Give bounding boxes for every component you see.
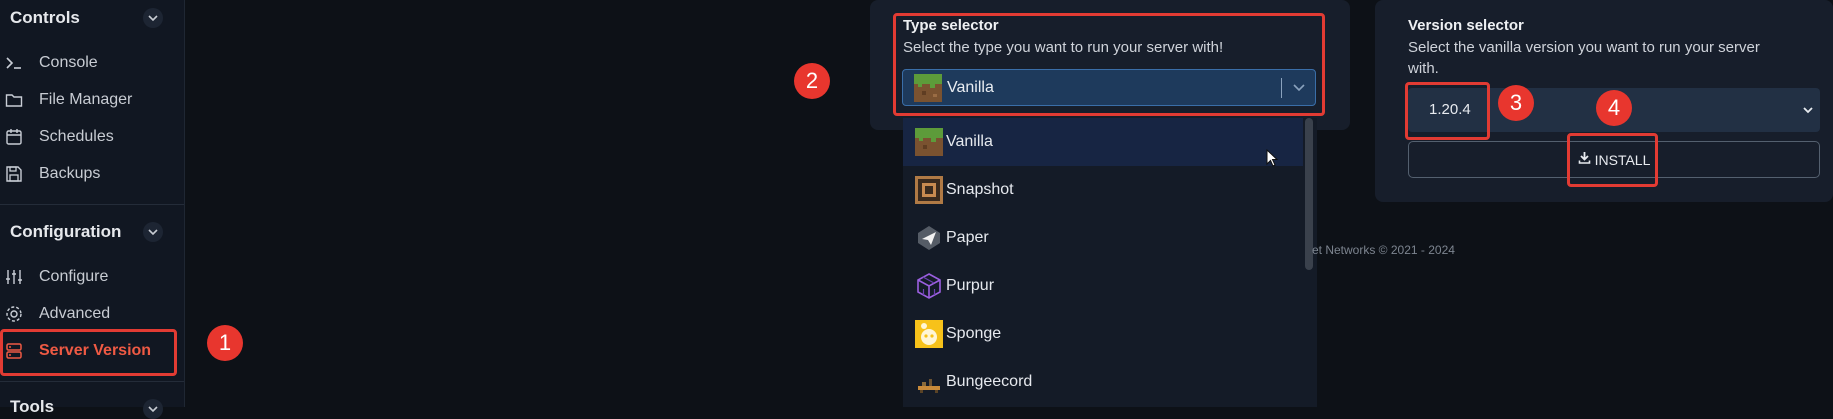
type-options-menu: Vanilla Snapshot Paper Purpur Sponge Bun…	[903, 118, 1317, 407]
type-option-bungeecord[interactable]: Bungeecord	[903, 358, 1303, 406]
save-icon	[3, 163, 25, 185]
annotation-badge-2: 2	[794, 63, 830, 99]
type-option-snapshot[interactable]: Snapshot	[903, 166, 1303, 214]
server-icon	[3, 340, 25, 362]
install-button[interactable]: INSTALL	[1408, 141, 1820, 178]
sponge-icon	[915, 320, 943, 348]
type-option-label: Purpur	[946, 277, 995, 294]
sidebar-divider	[0, 381, 184, 382]
sidebar-item-configure[interactable]: Configure	[0, 260, 184, 294]
chevron-down-icon[interactable]	[1802, 103, 1814, 121]
sidebar-item-label: File Manager	[39, 91, 133, 108]
paper-plane-icon	[915, 224, 943, 252]
sidebar-item-schedules[interactable]: Schedules	[0, 120, 184, 154]
sidebar-item-label: Advanced	[39, 305, 111, 322]
type-option-paper[interactable]: Paper	[903, 214, 1303, 262]
type-select-dropdown[interactable]: Vanilla	[902, 69, 1316, 106]
terminal-icon	[3, 52, 25, 74]
configuration-heading: Configuration	[10, 222, 122, 241]
type-selector-title: Type selector	[903, 17, 999, 34]
chevron-down-icon[interactable]	[143, 8, 163, 28]
bungeecord-icon	[915, 368, 943, 396]
type-option-label: Sponge	[946, 325, 1002, 342]
sidebar-item-label: Server Version	[39, 342, 152, 359]
install-label: INSTALL	[1594, 151, 1651, 168]
sidebar-item-advanced[interactable]: Advanced	[0, 297, 184, 331]
annotation-badge-1: 1	[207, 325, 243, 361]
sidebar-item-file-manager[interactable]: File Manager	[0, 83, 184, 117]
type-option-purpur[interactable]: Purpur	[903, 262, 1303, 310]
type-option-vanilla[interactable]: Vanilla	[903, 118, 1303, 166]
purpur-cube-icon	[915, 272, 943, 300]
folder-icon	[3, 89, 25, 111]
sidebar: Controls Console File Manager Schedules …	[0, 0, 185, 419]
type-selector-description: Select the type you want to run your ser…	[903, 39, 1224, 56]
grass-block-icon	[914, 74, 942, 102]
calendar-icon	[3, 126, 25, 148]
type-select-value: Vanilla	[947, 79, 994, 96]
chevron-down-icon[interactable]	[143, 399, 163, 419]
sidebar-item-label: Schedules	[39, 128, 114, 145]
version-selector-title: Version selector	[1408, 17, 1524, 34]
type-option-sponge[interactable]: Sponge	[903, 310, 1303, 358]
sidebar-item-label: Backups	[39, 165, 101, 182]
version-selector-description-line1: Select the vanilla version you want to r…	[1408, 39, 1760, 56]
grass-block-icon	[915, 128, 943, 156]
gear-icon	[3, 303, 25, 325]
version-select-value: 1.20.4	[1429, 101, 1471, 118]
tools-heading: Tools	[10, 397, 55, 416]
chevron-down-icon[interactable]	[143, 222, 163, 242]
footer-copyright: et Networks © 2021 - 2024	[1312, 243, 1455, 257]
sidebar-divider	[0, 204, 184, 205]
annotation-badge-4: 4	[1596, 90, 1632, 126]
sidebar-item-console[interactable]: Console	[0, 46, 184, 80]
download-icon	[1578, 151, 1591, 169]
type-option-label: Vanilla	[946, 133, 993, 150]
annotation-badge-3: 3	[1498, 85, 1534, 121]
type-option-label: Paper	[946, 229, 989, 246]
select-separator	[1281, 78, 1282, 98]
type-option-label: Bungeecord	[946, 373, 1033, 390]
sidebar-item-backups[interactable]: Backups	[0, 157, 184, 191]
version-selector-description-line2: with.	[1408, 60, 1439, 77]
sidebar-item-server-version[interactable]: Server Version	[0, 334, 184, 368]
sidebar-item-label: Configure	[39, 268, 109, 285]
type-option-label: Snapshot	[946, 181, 1014, 198]
chevron-down-icon[interactable]	[1291, 79, 1307, 100]
mouse-cursor-icon	[1266, 148, 1279, 172]
command-block-icon	[915, 176, 943, 204]
sliders-icon	[3, 266, 25, 288]
controls-heading: Controls	[10, 8, 80, 27]
sidebar-item-label: Console	[39, 54, 98, 71]
